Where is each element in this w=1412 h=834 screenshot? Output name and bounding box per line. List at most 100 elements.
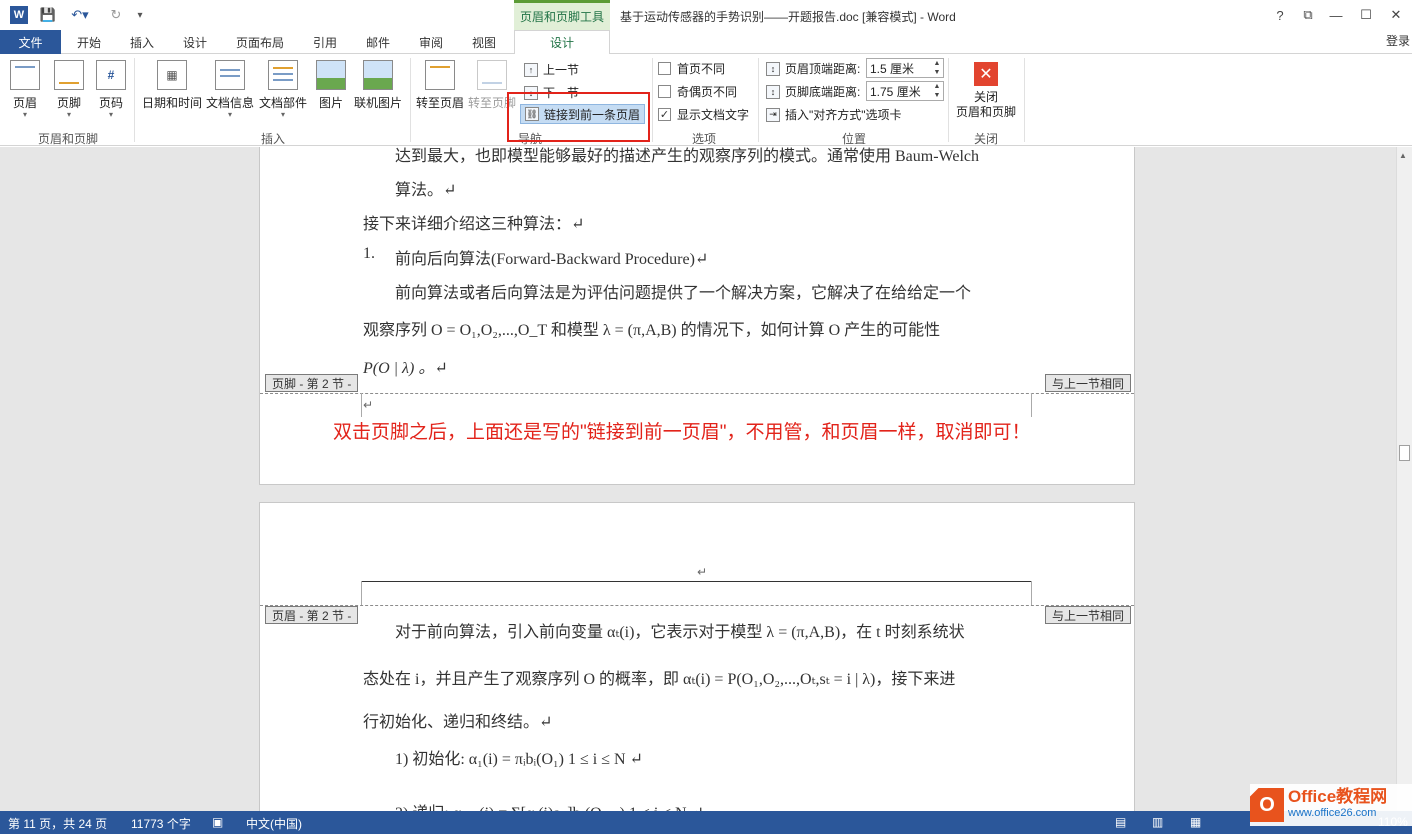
read-mode-icon[interactable]: ▤	[1115, 815, 1126, 829]
page-number-icon: #	[96, 60, 126, 90]
spinner-arrows-icon[interactable]: ▲ ▼	[931, 82, 943, 100]
paragraph-mark: ↵	[363, 398, 374, 412]
tab-mailings[interactable]: 邮件	[366, 30, 390, 54]
document-area: 达到最大，也即模型能够最好的描述产生的观察序列的模式。通常使用 Baum-Wel…	[0, 147, 1396, 811]
document-info-button[interactable]: 文档信息 ▾	[206, 60, 254, 119]
ribbon-display-options-button[interactable]: ⧉	[1296, 5, 1320, 25]
previous-section-button[interactable]: ↑ 上一节	[524, 61, 579, 78]
tab-page-layout[interactable]: 页面布局	[236, 30, 284, 54]
group-separator	[758, 58, 759, 142]
print-layout-icon[interactable]: ▥	[1152, 815, 1163, 829]
go-to-header-icon	[425, 60, 455, 90]
different-odd-even-checkbox[interactable]: 奇偶页不同	[658, 83, 737, 100]
close-header-footer-button[interactable]: ✕ 关闭 页眉和页脚	[954, 62, 1018, 120]
page-count[interactable]: 第 11 页，共 24 页	[8, 815, 107, 832]
help-button[interactable]: ?	[1268, 5, 1292, 25]
date-time-button[interactable]: ▦ 日期和时间	[142, 60, 202, 111]
watermark-brand: Office教程网	[1288, 787, 1388, 806]
body-text: 达到最大，也即模型能够最好的描述产生的观察序列的模式。通常使用 Baum-Wel…	[395, 148, 980, 165]
calendar-clock-icon: ▦	[157, 60, 187, 90]
chevron-down-icon: ▾	[228, 110, 233, 119]
ribbon: 页眉 ▾ 页脚 ▾ # 页码 ▾ 页眉和页脚 ▦ 日期和时间 文档信息 ▾ 文档…	[0, 54, 1412, 146]
tab-view[interactable]: 视图	[472, 30, 496, 54]
footer-button[interactable]: 页脚 ▾	[54, 60, 84, 119]
header-distance-stepper[interactable]: 1.5 厘米 ▲ ▼	[866, 58, 944, 78]
proofing-icon[interactable]: ▣	[212, 815, 223, 829]
picture-button[interactable]: 图片	[316, 60, 346, 111]
different-odd-even-label: 奇偶页不同	[677, 85, 738, 99]
language[interactable]: 中文(中国)	[246, 815, 302, 832]
page-number-button[interactable]: # 页码 ▾	[96, 60, 126, 119]
header-button[interactable]: 页眉 ▾	[10, 60, 40, 119]
vertical-scrollbar[interactable]: ▲	[1396, 147, 1412, 811]
same-as-previous-tag: 与上一节相同	[1044, 374, 1131, 392]
checkmark-icon: ✓	[658, 108, 671, 121]
show-document-text-checkbox[interactable]: ✓ 显示文档文字	[658, 106, 749, 123]
tab-header-footer-design[interactable]: 设计	[514, 30, 610, 55]
footer-distance-icon: ↕	[766, 84, 780, 99]
spinner-arrows-icon[interactable]: ▲ ▼	[931, 59, 943, 77]
highlight-box	[507, 92, 650, 142]
footer-corner-mark	[361, 393, 362, 417]
redo-icon[interactable]: ↻	[106, 5, 126, 25]
scroll-up-icon[interactable]: ▲	[1399, 151, 1407, 160]
tab-home[interactable]: 开始	[77, 30, 101, 54]
online-pictures-label: 联机图片	[354, 96, 403, 110]
quick-parts-button[interactable]: 文档部件 ▾	[259, 60, 307, 119]
group-label-close: 关闭	[974, 132, 999, 146]
header-icon	[10, 60, 40, 90]
body-text: 行初始化、递归和终结。↵	[363, 714, 553, 731]
scrollbar-thumb[interactable]	[1399, 445, 1410, 461]
quick-parts-icon	[268, 60, 298, 90]
tab-review[interactable]: 审阅	[419, 30, 443, 54]
tab-insert[interactable]: 插入	[130, 30, 154, 54]
alignment-tab-icon: ⇥	[766, 107, 780, 122]
group-label-options: 选项	[692, 132, 717, 146]
footer-distance-stepper[interactable]: 1.75 厘米 ▲ ▼	[866, 81, 944, 101]
header-distance-label: 页眉顶端距离:	[785, 62, 861, 76]
header-footer-tools-label: 页眉和页脚工具	[514, 0, 610, 30]
minimize-button[interactable]: —	[1324, 5, 1348, 25]
body-text: 对于前向算法，引入前向变量 αₜ(i)，它表示对于模型 λ = (π,A,B)，…	[395, 624, 965, 641]
chevron-down-icon: ▾	[281, 110, 286, 119]
date-time-label: 日期和时间	[142, 96, 203, 110]
customize-quick-access-icon[interactable]: ▾	[130, 5, 150, 25]
body-text: 接下来详细介绍这三种算法：↵	[363, 216, 585, 233]
picture-icon	[316, 60, 346, 90]
group-label-position: 位置	[842, 132, 867, 146]
previous-section-label: 上一节	[543, 63, 580, 77]
watermark: O Office教程网 www.office26.com	[1250, 784, 1412, 826]
go-to-header-button[interactable]: 转至页眉	[416, 60, 464, 111]
header-button-label: 页眉	[12, 96, 37, 110]
maximize-button[interactable]: ☐	[1354, 5, 1378, 25]
ribbon-tabs: 文件 开始 插入 设计 页面布局 引用 邮件 审阅 视图 设计 登录	[0, 30, 1412, 55]
tab-references[interactable]: 引用	[313, 30, 337, 54]
watermark-url: www.office26.com	[1288, 807, 1377, 819]
online-pictures-button[interactable]: 联机图片	[354, 60, 402, 111]
footer-section-tag: 页脚 - 第 2 节 -	[265, 374, 359, 392]
login-link[interactable]: 登录	[1386, 32, 1410, 49]
title-bar: W 💾 ↶▾ ↻ ▾ 页眉和页脚工具 基于运动传感器的手势识别——开题报告.do…	[0, 0, 1412, 30]
list-item-text: 前向后向算法(Forward-Backward Procedure)↵	[395, 251, 709, 268]
different-first-page-checkbox[interactable]: 首页不同	[658, 60, 725, 77]
body-text: P(O | λ) 。↵	[363, 360, 448, 377]
checkbox-icon	[658, 62, 671, 75]
word-count[interactable]: 11773 个字	[131, 815, 191, 832]
footer-distance-value: 1.75 厘米	[870, 84, 921, 99]
document-info-label: 文档信息	[206, 96, 255, 110]
document-title: 基于运动传感器的手势识别——开题报告.doc [兼容模式] - Word	[620, 10, 956, 24]
group-separator	[134, 58, 135, 142]
insert-alignment-tab-button[interactable]: ⇥ 插入"对齐方式"选项卡	[766, 106, 902, 123]
different-first-page-label: 首页不同	[677, 62, 726, 76]
go-to-header-label: 转至页眉	[416, 96, 465, 110]
save-icon[interactable]: 💾	[38, 5, 58, 25]
tab-design-page[interactable]: 设计	[183, 30, 207, 54]
tab-file[interactable]: 文件	[0, 30, 61, 54]
group-separator	[948, 58, 949, 142]
close-window-button[interactable]: ✕	[1384, 5, 1408, 25]
web-layout-icon[interactable]: ▦	[1190, 815, 1201, 829]
chevron-down-icon: ▾	[66, 110, 71, 119]
undo-icon[interactable]: ↶▾	[66, 5, 94, 25]
header-boundary	[260, 605, 1134, 606]
checkbox-icon	[658, 85, 671, 98]
